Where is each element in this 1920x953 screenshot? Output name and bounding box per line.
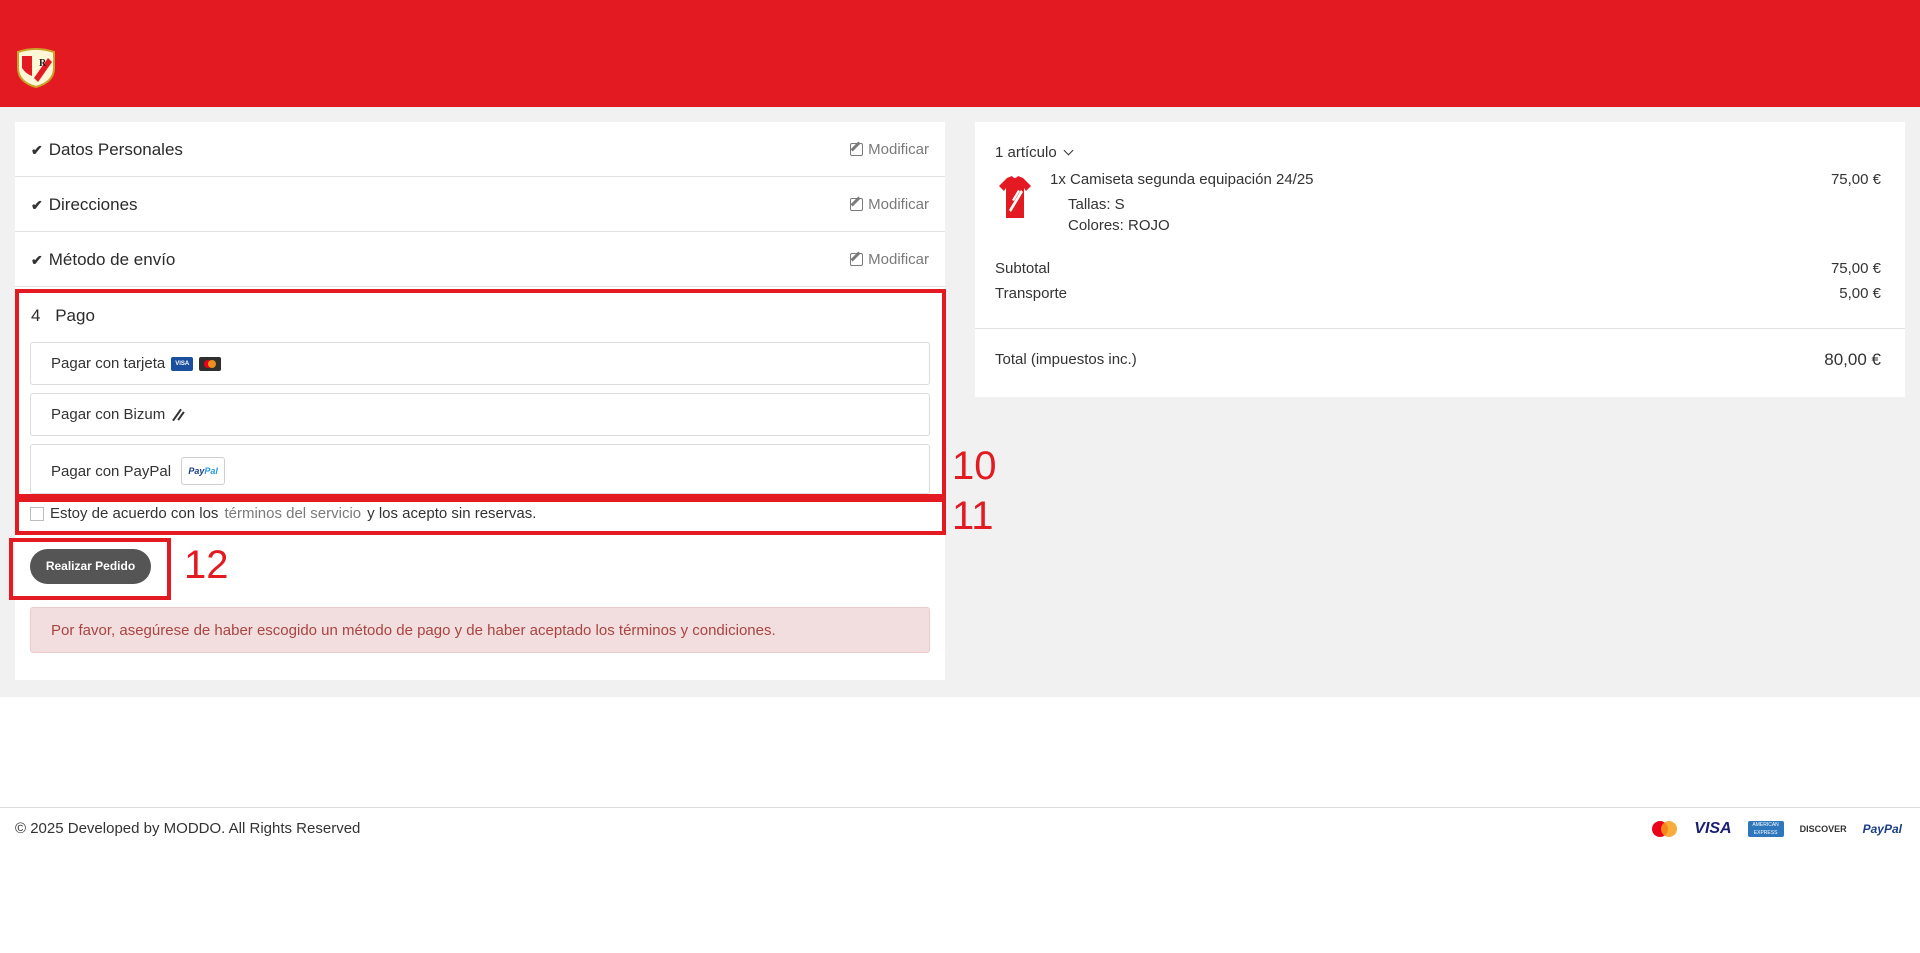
product-size: Tallas: S xyxy=(1068,196,1125,213)
cart-summary-panel: 1 artículo 1x Camiseta segunda equipació… xyxy=(975,122,1905,397)
step-title: ✔ Datos Personales xyxy=(31,140,183,160)
edit-addresses-link[interactable]: Modificar xyxy=(850,196,929,213)
alert-text: Por favor, asegúrese de haber escogido u… xyxy=(51,622,776,639)
step-label: Método de envío xyxy=(48,250,176,269)
total-value: 80,00 € xyxy=(1824,350,1881,369)
annotation-number: 12 xyxy=(184,543,229,587)
step-title: ✔ Direcciones xyxy=(31,195,138,215)
edit-label: Modificar xyxy=(868,196,929,213)
mastercard-logo xyxy=(1650,820,1678,838)
edit-icon xyxy=(850,198,864,211)
check-icon: ✔ xyxy=(31,196,43,213)
check-icon: ✔ xyxy=(31,141,43,158)
cart-items-toggle[interactable]: 1 artículo xyxy=(995,144,1074,161)
highlight-box-order-button xyxy=(9,538,171,600)
edit-personal-data-link[interactable]: Modificar xyxy=(850,141,929,158)
step-personal-data[interactable]: ✔ Datos Personales Modificar xyxy=(15,122,945,177)
club-crest-logo[interactable]: R xyxy=(14,48,58,88)
footer-divider xyxy=(0,807,1920,808)
shipping-value: 5,00 € xyxy=(1839,285,1881,302)
step-shipping-method[interactable]: ✔ Método de envío Modificar xyxy=(15,232,945,287)
visa-logo: VISA xyxy=(1694,820,1732,837)
edit-label: Modificar xyxy=(868,141,929,158)
step-title: ✔ Método de envío xyxy=(31,250,175,270)
site-header: R xyxy=(0,0,1920,107)
edit-icon xyxy=(850,143,864,156)
paypal-logo: PayPal xyxy=(1862,822,1902,836)
edit-shipping-link[interactable]: Modificar xyxy=(850,251,929,268)
cart-count-label: 1 artículo xyxy=(995,144,1057,161)
product-price: 75,00 € xyxy=(1830,171,1881,188)
annotation-number: 11 xyxy=(952,494,994,538)
step-addresses[interactable]: ✔ Direcciones Modificar xyxy=(15,177,945,232)
step-label: Datos Personales xyxy=(48,140,183,159)
svg-text:R: R xyxy=(39,58,47,69)
edit-label: Modificar xyxy=(868,251,929,268)
product-name[interactable]: 1x Camiseta segunda equipación 24/25 xyxy=(1050,171,1314,188)
subtotal-value: 75,00 € xyxy=(1830,260,1881,277)
shipping-label: Transporte xyxy=(995,285,1067,302)
edit-icon xyxy=(850,253,864,266)
footer-payment-logos: VISA AMERICAN EXPRESS DISCOVER PayPal xyxy=(1650,820,1902,838)
amex-logo: AMERICAN EXPRESS xyxy=(1747,821,1784,837)
product-color: Colores: ROJO xyxy=(1068,217,1170,234)
footer-copyright: © 2025 Developed by MODDO. All Rights Re… xyxy=(15,820,361,837)
annotation-number: 10 xyxy=(952,444,997,488)
highlight-box-terms xyxy=(15,498,946,535)
step-label: Direcciones xyxy=(48,195,138,214)
product-thumbnail[interactable] xyxy=(999,176,1031,218)
total-label: Total (impuestos inc.) xyxy=(995,351,1137,368)
subtotal-label: Subtotal xyxy=(995,260,1051,277)
check-icon: ✔ xyxy=(31,251,43,268)
summary-divider xyxy=(975,328,1905,329)
discover-logo: DISCOVER xyxy=(1799,824,1847,834)
highlight-box-payment xyxy=(15,289,946,498)
payment-error-alert: Por favor, asegúrese de haber escogido u… xyxy=(30,607,930,653)
chevron-down-icon xyxy=(1063,145,1074,156)
